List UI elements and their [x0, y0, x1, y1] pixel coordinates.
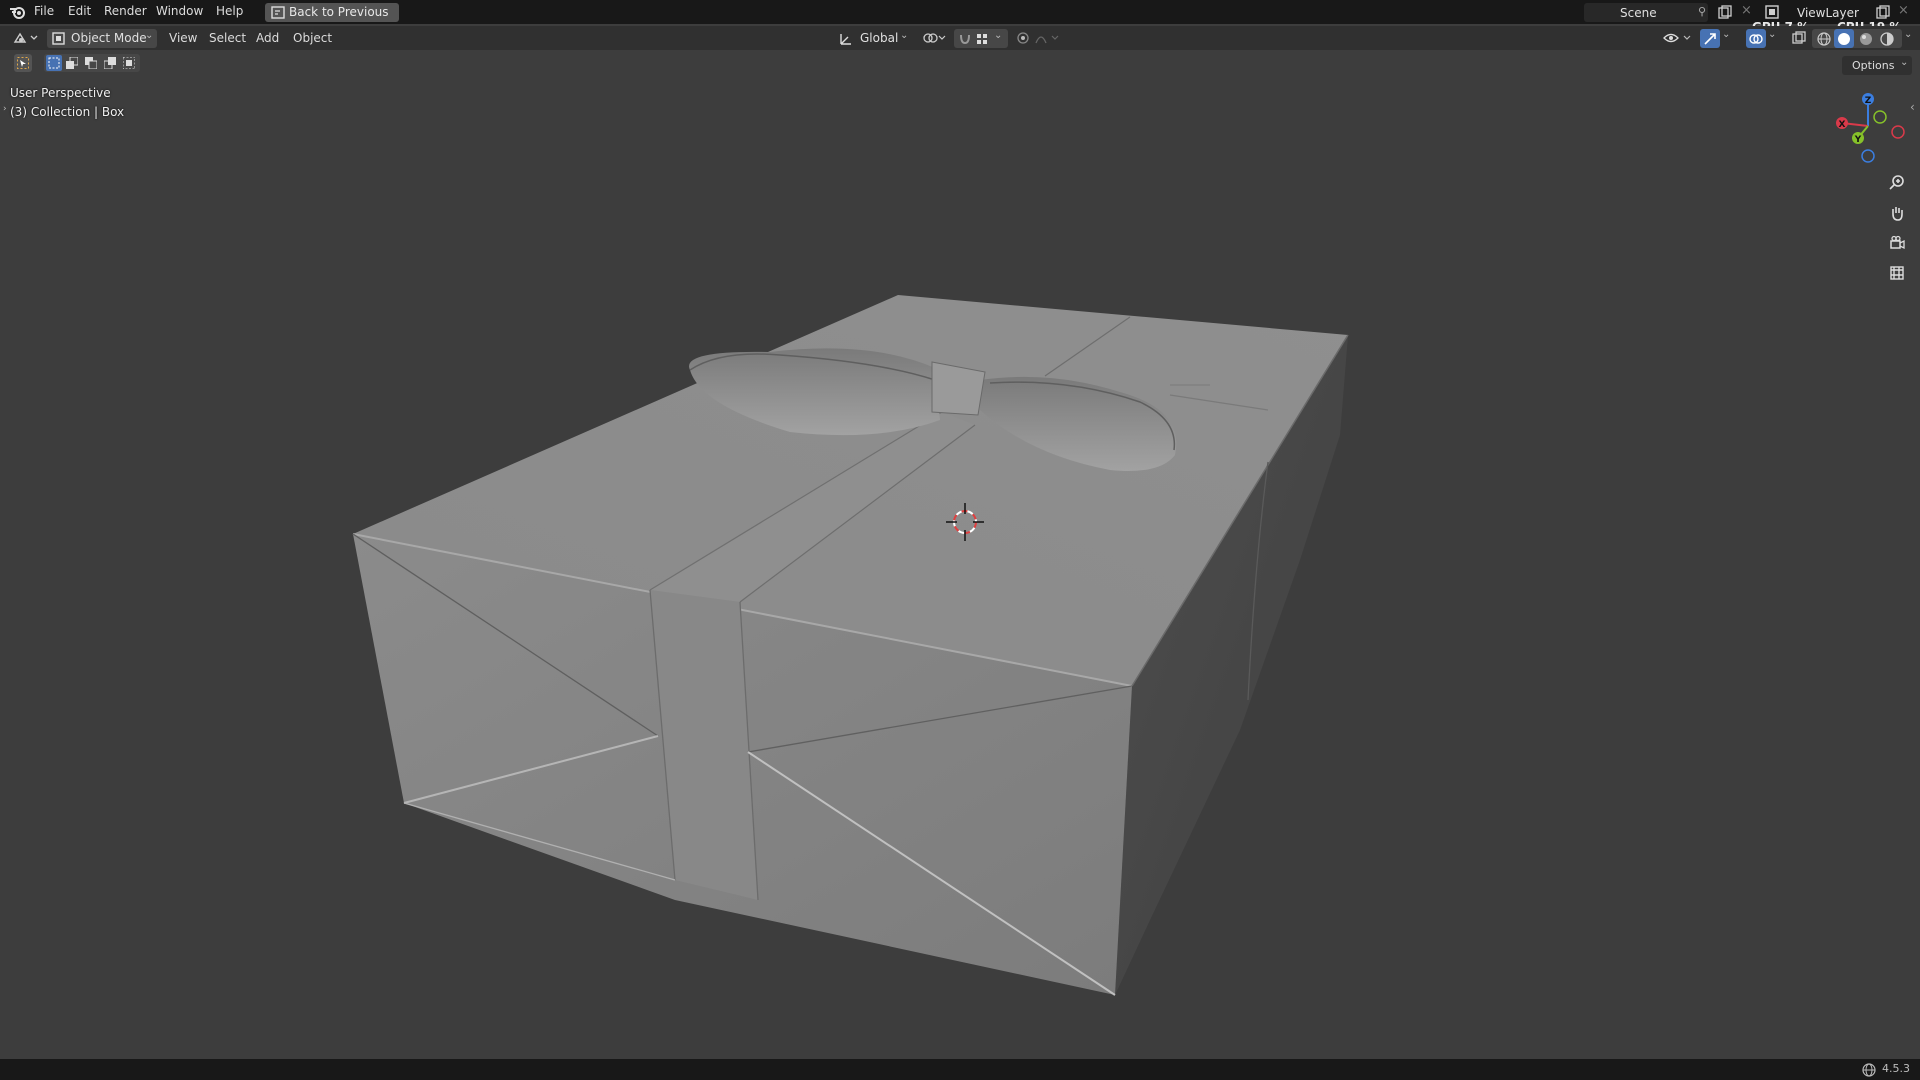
gizmo-z-label: Z	[1865, 96, 1872, 106]
gizmo-neg-x-axis[interactable]	[1891, 125, 1905, 139]
globe-icon[interactable]	[1862, 1063, 1876, 1077]
gizmo-x-label: X	[1839, 120, 1846, 130]
status-bar: 4.5.3	[0, 1059, 1920, 1080]
camera-view-button[interactable]	[1884, 230, 1910, 256]
pan-hand-icon	[1892, 207, 1903, 221]
zoom-button[interactable]	[1884, 170, 1910, 196]
ortho-toggle-button[interactable]	[1884, 260, 1910, 286]
zoom-icon	[1889, 175, 1904, 190]
gizmo-y-label: Y	[1854, 135, 1862, 145]
navigation-gizmo[interactable]: Z X Y	[1822, 86, 1914, 166]
version-label: 4.5.3	[1882, 1062, 1910, 1075]
grid-icon	[1890, 266, 1904, 280]
camera-icon	[1890, 235, 1905, 250]
pan-button[interactable]	[1884, 200, 1910, 226]
gizmo-neg-y-axis[interactable]	[1873, 110, 1887, 124]
viewport-3d-scene[interactable]	[0, 0, 1920, 1080]
gizmo-neg-z-axis[interactable]	[1861, 149, 1875, 163]
